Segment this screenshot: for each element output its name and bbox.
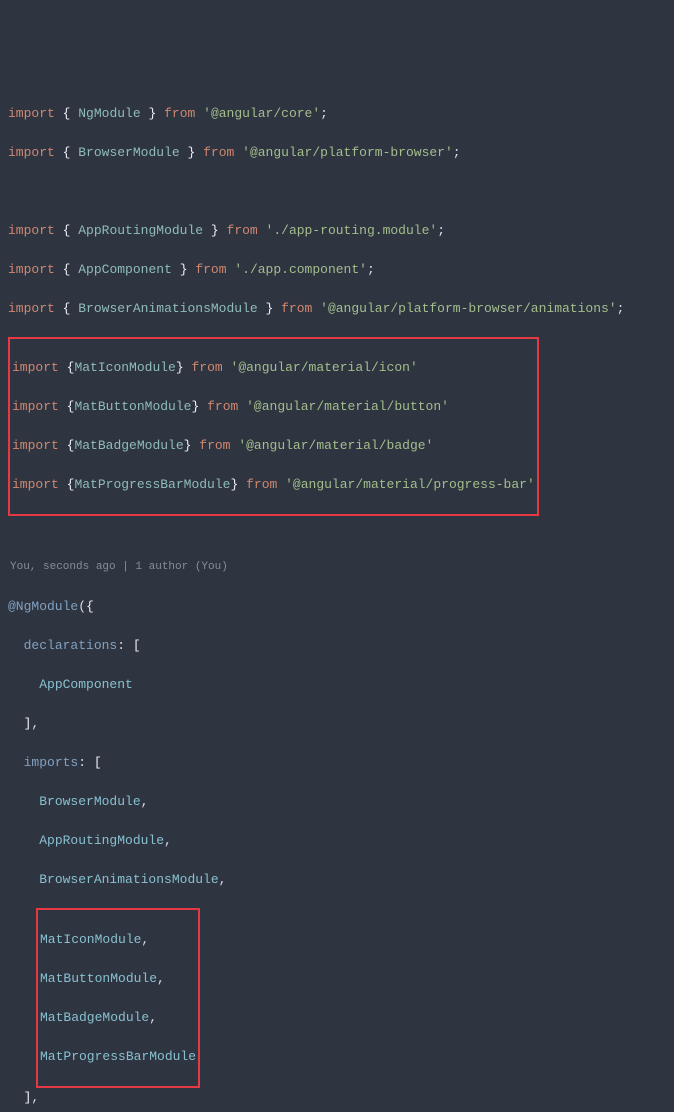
close-bracket: ], [8,1088,666,1108]
array-item: MatBadgeModule, [40,1008,196,1028]
array-item: MatIconModule, [40,930,196,950]
import-line: import { BrowserAnimationsModule } from … [8,299,666,319]
array-item: AppRoutingModule, [8,831,666,851]
import-line: import { NgModule } from '@angular/core'… [8,104,666,124]
array-item: AppComponent [8,675,666,695]
prop-line: imports: [ [8,753,666,773]
code-editor[interactable]: import { NgModule } from '@angular/core'… [8,84,666,1112]
import-line: import {MatIconModule} from '@angular/ma… [12,358,535,378]
import-line: import { BrowserModule } from '@angular/… [8,143,666,163]
array-item: BrowserModule, [8,792,666,812]
highlight-box-modules: MatIconModule, MatButtonModule, MatBadge… [36,908,200,1088]
highlight-box-imports: import {MatIconModule} from '@angular/ma… [8,337,539,517]
import-line: import {MatBadgeModule} from '@angular/m… [12,436,535,456]
blank-line [8,182,666,202]
import-line: import {MatProgressBarModule} from '@ang… [12,475,535,495]
array-item: MatButtonModule, [40,969,196,989]
array-item: BrowserAnimationsModule, [8,870,666,890]
prop-line: declarations: [ [8,636,666,656]
import-line: import { AppComponent } from './app.comp… [8,260,666,280]
array-item: MatProgressBarModule [40,1047,196,1067]
codelens-annotation[interactable]: You, seconds ago | 1 author (You) [8,555,666,578]
close-bracket: ], [8,714,666,734]
import-line: import { AppRoutingModule } from './app-… [8,221,666,241]
decorator-line: @NgModule({ [8,597,666,617]
blank-line [8,516,666,536]
import-line: import {MatButtonModule} from '@angular/… [12,397,535,417]
